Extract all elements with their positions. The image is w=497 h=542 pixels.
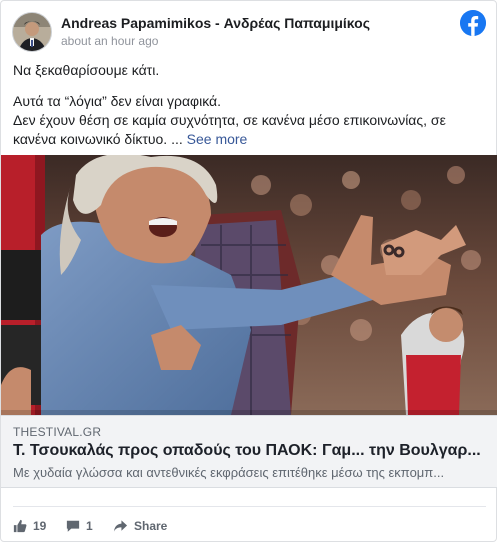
avatar-image [13, 13, 51, 51]
see-more-link[interactable]: See more [187, 131, 248, 147]
author-avatar[interactable] [12, 12, 52, 52]
facebook-logo-icon[interactable] [460, 10, 486, 36]
facebook-embedded-post: Andreas Papamimikos - Ανδρέας Παπαμιμίκο… [0, 0, 497, 542]
link-domain: THESTIVAL.GR [13, 425, 102, 439]
link-preview-info[interactable]: THESTIVAL.GR Τ. Τσουκαλάς προς οπαδούς τ… [1, 415, 497, 488]
post-timestamp[interactable]: about an hour ago [61, 34, 158, 48]
post-text-line: Να ξεκαθαρίσουμε κάτι. [13, 62, 160, 78]
comment-bubble-icon [66, 520, 80, 532]
share-label: Share [134, 519, 168, 533]
news-photo [1, 155, 497, 415]
comment-count: 1 [86, 519, 93, 533]
like-count: 19 [33, 519, 47, 533]
post-text: Να ξεκαθαρίσουμε κάτι. Αυτά τα “λόγια” δ… [13, 61, 488, 149]
link-preview-image[interactable] [1, 155, 497, 415]
post-header: Andreas Papamimikos - Ανδρέας Παπαμιμίκο… [1, 1, 497, 57]
share-button[interactable]: Share [113, 516, 167, 536]
facebook-f-icon [460, 10, 486, 36]
like-button[interactable]: 19 [13, 516, 46, 536]
thumbs-up-icon [13, 519, 27, 533]
link-description: Με χυδαία γλώσσα και αντεθνικές εκφράσει… [13, 465, 445, 480]
footer-divider [13, 506, 486, 507]
post-text-line: Αυτά τα “λόγια” δεν είναι γραφικά. [13, 93, 222, 109]
post-text-line: Δεν έχουν θέση σε καμία συχνότητα, σε κα… [13, 111, 488, 149]
author-name[interactable]: Andreas Papamimikos - Ανδρέας Παπαμιμίκο… [61, 15, 370, 31]
share-arrow-icon [113, 520, 128, 532]
post-actions: 19 1 Share [1, 513, 497, 539]
link-title[interactable]: Τ. Τσουκαλάς προς οπαδούς του ΠΑΟΚ: Γαμ.… [13, 442, 487, 460]
comment-button[interactable]: 1 [66, 516, 93, 536]
